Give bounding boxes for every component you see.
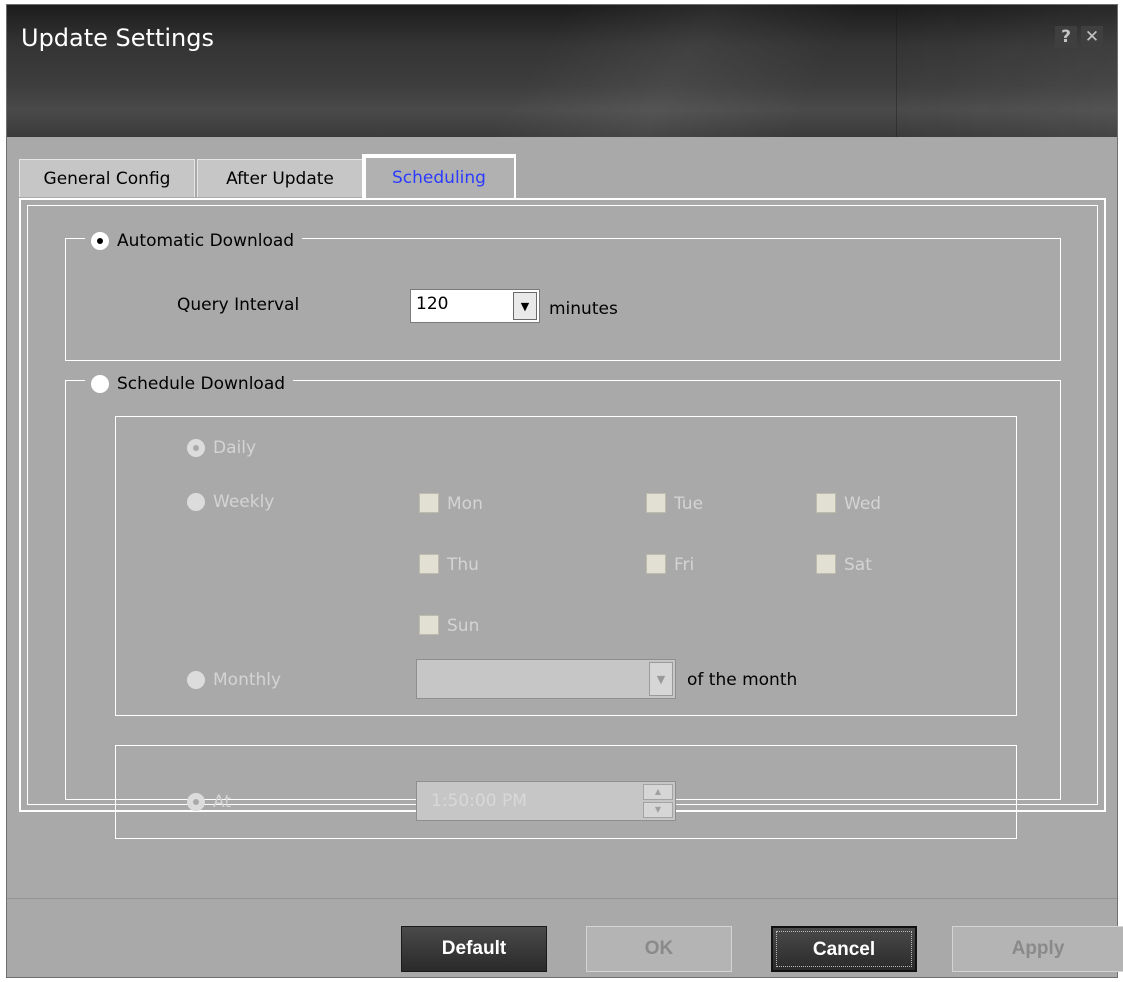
tab-after-update[interactable]: After Update bbox=[197, 159, 363, 197]
schedule-download-radio[interactable] bbox=[91, 375, 109, 393]
tab-scheduling[interactable]: Scheduling bbox=[362, 154, 516, 198]
at-label: At bbox=[213, 792, 231, 812]
wed-label: Wed bbox=[844, 494, 882, 514]
weekly-option[interactable]: Weekly bbox=[187, 492, 274, 512]
dialog-title: Update Settings bbox=[21, 24, 214, 52]
spin-up-icon[interactable]: ▲ bbox=[643, 784, 673, 800]
tue-label: Tue bbox=[674, 494, 704, 514]
query-interval-select[interactable]: 120 ▼ bbox=[410, 289, 540, 323]
title-bar: Update Settings ? ✕ bbox=[7, 5, 1117, 137]
automatic-download-label: Automatic Download bbox=[117, 231, 295, 251]
mon-checkbox[interactable] bbox=[419, 493, 439, 513]
sun-label: Sun bbox=[447, 616, 480, 636]
wed-checkbox[interactable] bbox=[816, 493, 836, 513]
tab-general-config[interactable]: General Config bbox=[19, 159, 195, 197]
fri-checkbox[interactable] bbox=[646, 554, 666, 574]
chevron-down-icon[interactable]: ▼ bbox=[649, 662, 673, 696]
query-interval-label: Query Interval bbox=[177, 295, 300, 315]
daily-option[interactable]: Daily bbox=[187, 438, 256, 458]
default-button[interactable]: Default bbox=[401, 926, 547, 972]
minutes-label: minutes bbox=[549, 299, 618, 319]
update-settings-dialog: Update Settings ? ✕ General Config After… bbox=[6, 4, 1123, 978]
close-icon[interactable]: ✕ bbox=[1081, 26, 1103, 48]
sat-checkbox[interactable] bbox=[816, 554, 836, 574]
apply-button[interactable]: Apply bbox=[952, 926, 1123, 972]
at-option[interactable]: At bbox=[187, 792, 231, 812]
chevron-down-icon[interactable]: ▼ bbox=[513, 292, 537, 320]
query-interval-value: 120 bbox=[416, 294, 449, 314]
tab-scheduling-label: Scheduling bbox=[392, 168, 486, 188]
schedule-download-label: Schedule Download bbox=[117, 374, 286, 394]
ok-button[interactable]: OK bbox=[586, 926, 732, 972]
cancel-button[interactable]: Cancel bbox=[771, 926, 917, 972]
automatic-download-radio[interactable] bbox=[91, 232, 109, 250]
weekly-label: Weekly bbox=[213, 492, 275, 512]
monthly-radio[interactable] bbox=[187, 671, 205, 689]
of-the-month-label: of the month bbox=[687, 670, 798, 690]
daily-radio[interactable] bbox=[187, 439, 205, 457]
weekly-radio[interactable] bbox=[187, 493, 205, 511]
time-spinner[interactable]: 1:50:00 PM ▲ ▼ bbox=[416, 781, 676, 821]
schedule-download-option[interactable]: Schedule Download bbox=[85, 372, 294, 396]
monthly-option[interactable]: Monthly bbox=[187, 670, 281, 690]
time-value: 1:50:00 PM bbox=[431, 791, 527, 811]
tue-checkbox[interactable] bbox=[646, 493, 666, 513]
monthly-day-select[interactable]: ▼ bbox=[416, 659, 676, 699]
sun-checkbox[interactable] bbox=[419, 615, 439, 635]
automatic-download-option[interactable]: Automatic Download bbox=[85, 229, 303, 253]
fri-label: Fri bbox=[674, 555, 695, 575]
daily-label: Daily bbox=[213, 438, 257, 458]
spin-down-icon[interactable]: ▼ bbox=[643, 802, 673, 818]
monthly-label: Monthly bbox=[213, 670, 282, 690]
sat-label: Sat bbox=[844, 555, 872, 575]
at-radio[interactable] bbox=[187, 793, 205, 811]
thu-label: Thu bbox=[447, 555, 479, 575]
thu-checkbox[interactable] bbox=[419, 554, 439, 574]
mon-label: Mon bbox=[447, 494, 483, 514]
help-icon[interactable]: ? bbox=[1055, 26, 1077, 48]
footer-divider bbox=[7, 898, 1117, 899]
